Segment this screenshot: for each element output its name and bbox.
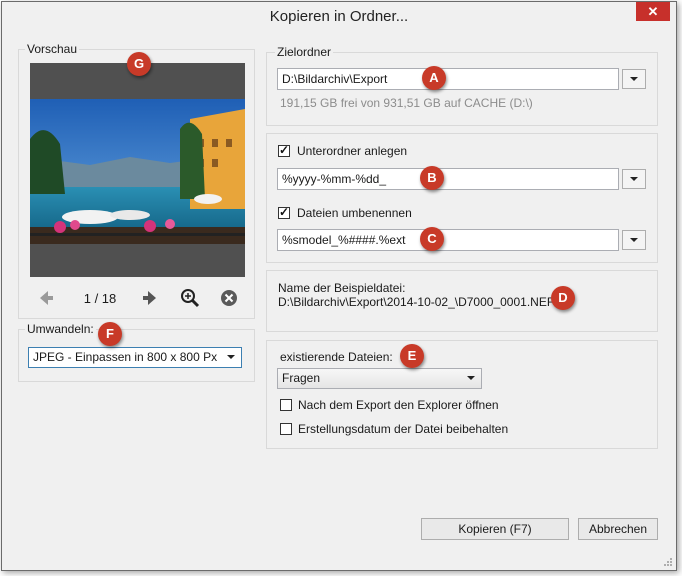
cancel-button[interactable]: Abbrechen (578, 518, 658, 540)
image-counter: 1 / 18 (83, 291, 117, 306)
resize-grip-icon[interactable] (663, 557, 673, 567)
subfolder-pattern-dropdown-button[interactable] (622, 169, 646, 189)
close-button[interactable]: ✕ (636, 2, 670, 21)
window-title: Kopieren in Ordner... (269, 8, 409, 25)
target-folder-label: Zielordner (275, 45, 334, 59)
keep-date-checkbox[interactable] (280, 423, 292, 435)
subfolder-checkbox-label[interactable]: Unterordner anlegen (297, 144, 407, 158)
preview-image-area (30, 63, 245, 277)
remove-icon[interactable] (219, 288, 239, 308)
preview-label: Vorschau (25, 42, 80, 56)
badge-g: G (127, 52, 151, 76)
preview-photo (30, 99, 245, 244)
dialog-window: Kopieren in Ordner... ✕ Vorschau 1 / 18 … (1, 1, 677, 571)
free-space-text: 191,15 GB frei von 931,51 GB auf CACHE (… (280, 96, 533, 110)
badge-a: A (422, 66, 446, 90)
existing-files-label: existierende Dateien: (280, 350, 393, 364)
next-arrow-icon[interactable] (140, 288, 160, 308)
title-bar: Kopieren in Ordner... ✕ (2, 2, 676, 32)
target-path-dropdown-button[interactable] (622, 69, 646, 89)
rename-pattern-input[interactable]: %smodel_%####.%ext (277, 229, 619, 251)
convert-label: Umwandeln: (25, 322, 96, 336)
badge-d: D (551, 286, 575, 310)
previous-arrow-icon[interactable] (36, 288, 56, 308)
chevron-down-icon (467, 376, 475, 380)
existing-files-select-value: Fragen (282, 371, 321, 385)
rename-checkbox-label[interactable]: Dateien umbenennen (297, 206, 412, 220)
subfolder-checkbox[interactable] (278, 143, 290, 157)
convert-select[interactable]: JPEG - Einpassen in 800 x 800 Px (28, 347, 242, 368)
open-explorer-checkbox[interactable] (280, 399, 292, 411)
open-explorer-label[interactable]: Nach dem Export den Explorer öffnen (298, 398, 499, 412)
convert-select-value: JPEG - Einpassen in 800 x 800 Px (33, 350, 218, 364)
copy-button[interactable]: Kopieren (F7) (421, 518, 569, 540)
example-filename: D:\Bildarchiv\Export\2014-10-02_\D7000_0… (278, 295, 555, 309)
keep-date-label[interactable]: Erstellungsdatum der Datei beibehalten (298, 422, 508, 436)
badge-b: B (420, 166, 444, 190)
rename-checkbox[interactable] (278, 205, 290, 219)
zoom-icon[interactable] (180, 288, 200, 308)
rename-pattern-dropdown-button[interactable] (622, 230, 646, 250)
chevron-down-icon (227, 355, 235, 359)
preview-navigation: 1 / 18 (30, 288, 245, 308)
target-path-input[interactable]: D:\Bildarchiv\Export (277, 68, 619, 90)
badge-f: F (98, 322, 122, 346)
subfolder-pattern-input[interactable]: %yyyy-%mm-%dd_ (277, 168, 619, 190)
badge-c: C (420, 227, 444, 251)
example-label: Name der Beispieldatei: (278, 281, 406, 295)
badge-e: E (400, 344, 424, 368)
existing-files-select[interactable]: Fragen (277, 368, 482, 389)
